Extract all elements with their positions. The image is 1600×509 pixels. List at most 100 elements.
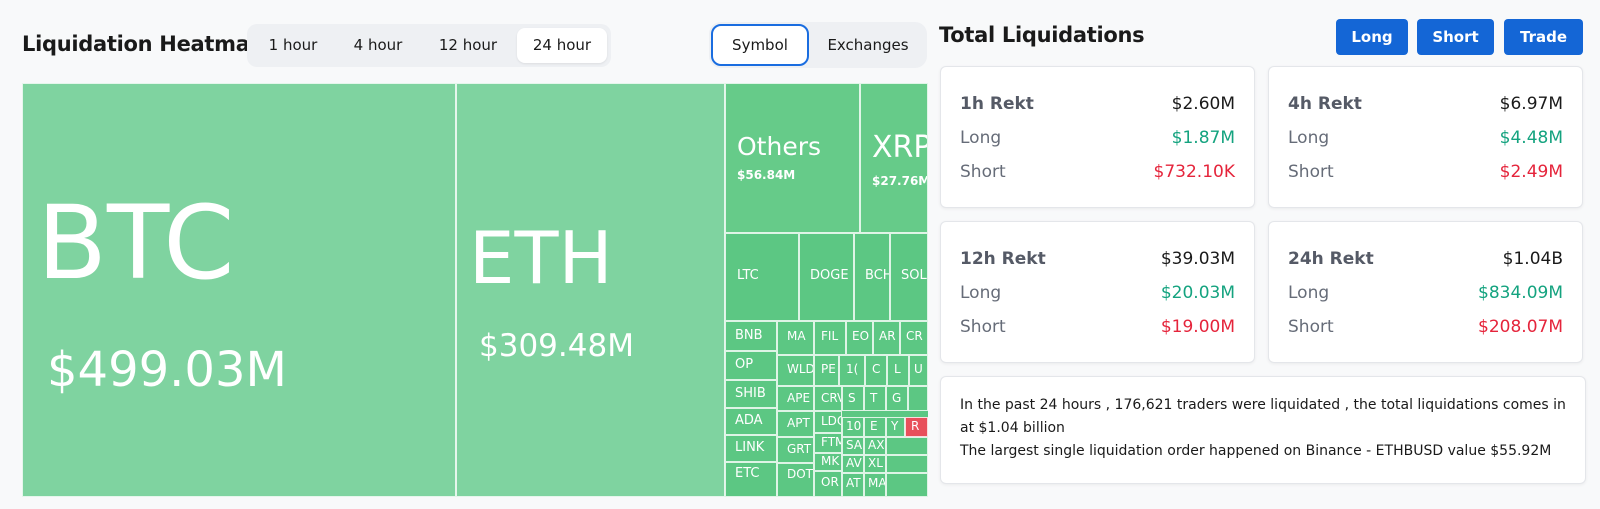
heatmap-title: Liquidation Heatmap	[22, 32, 265, 56]
tile-g[interactable]: G	[886, 386, 908, 411]
tab-4-hour[interactable]: 4 hour	[335, 28, 421, 63]
tile-l[interactable]: L	[887, 355, 909, 386]
tile-symbol: BCH	[865, 268, 890, 283]
tile-symbol: BTC	[37, 184, 235, 303]
tab-symbol[interactable]: Symbol	[711, 24, 809, 66]
tile-symbol: AV	[846, 456, 862, 470]
tile-eth[interactable]: ETH $309.48M	[456, 83, 725, 497]
tile-symbol: S	[848, 391, 856, 405]
tile-e[interactable]: E	[864, 417, 886, 437]
tile-op[interactable]: OP	[725, 351, 777, 380]
tile-u[interactable]: U	[909, 355, 928, 386]
tile-c[interactable]: C	[865, 355, 887, 386]
short-button[interactable]: Short	[1417, 19, 1494, 55]
tile-misc[interactable]	[908, 386, 928, 411]
tile-misc-2[interactable]	[886, 437, 928, 455]
summary-line-total: In the past 24 hours , 176,621 traders w…	[960, 397, 1566, 436]
tile-short-dominant[interactable]: R	[905, 417, 928, 437]
tile-y[interactable]: Y	[886, 417, 905, 437]
tile-symbol: 1(	[846, 362, 859, 376]
tile-crv[interactable]: CRV	[814, 386, 842, 411]
card-total-row: 1h Rekt $2.60M	[960, 94, 1235, 116]
tile-mk[interactable]: MK	[814, 453, 842, 471]
card-total-value: $2.60M	[1171, 94, 1235, 114]
tab-exchanges[interactable]: Exchanges	[811, 24, 925, 66]
tile-bch[interactable]: BCH	[854, 233, 890, 321]
tile-ma-2[interactable]: MA	[864, 473, 886, 497]
tile-xrp[interactable]: XRP $27.76M	[860, 83, 928, 233]
time-range-tabs: 1 hour 4 hour 12 hour 24 hour	[247, 24, 611, 67]
tile-at[interactable]: AT	[842, 473, 864, 497]
tile-shib[interactable]: SHIB	[725, 380, 777, 408]
tile-ape[interactable]: APE	[777, 386, 814, 411]
tile-sol[interactable]: SOL	[890, 233, 928, 321]
tile-ftm[interactable]: FTM	[814, 433, 842, 453]
tile-or[interactable]: OR	[814, 471, 842, 497]
tile-xl[interactable]: XL	[864, 455, 886, 473]
tile-symbol: CR	[906, 329, 923, 343]
short-value: $208.07M	[1478, 317, 1563, 337]
tile-value: $27.76M	[872, 174, 928, 188]
tile-pe[interactable]: PE	[814, 355, 839, 386]
card-total-row: 4h Rekt $6.97M	[1288, 94, 1563, 116]
tile-cr[interactable]: CR	[900, 321, 928, 355]
tile-link[interactable]: LINK	[725, 435, 777, 462]
tile-dot[interactable]: DOT	[777, 463, 814, 497]
card-label: 12h Rekt	[960, 249, 1046, 269]
tile-misc-4[interactable]	[886, 473, 928, 497]
trade-button[interactable]: Trade	[1504, 19, 1583, 55]
long-value: $20.03M	[1160, 283, 1235, 303]
tab-24-hour[interactable]: 24 hour	[517, 28, 607, 63]
card-long-row: Long $834.09M	[1288, 283, 1563, 305]
tile-symbol: AX	[868, 438, 885, 452]
tile-ax[interactable]: AX	[864, 437, 886, 455]
tile-symbol: APE	[787, 391, 811, 405]
tile-1[interactable]: 1(	[839, 355, 865, 386]
tile-t[interactable]: T	[864, 386, 886, 411]
tile-symbol: R	[911, 419, 920, 433]
liquidation-summary: In the past 24 hours , 176,621 traders w…	[940, 376, 1586, 484]
tile-bnb[interactable]: BNB	[725, 321, 777, 351]
tile-symbol: G	[892, 391, 902, 405]
tile-symbol: LTC	[737, 268, 759, 283]
tile-misc-3[interactable]	[886, 455, 928, 473]
card-total-value: $6.97M	[1499, 94, 1563, 114]
long-button[interactable]: Long	[1336, 19, 1408, 55]
card-12h-rekt: 12h Rekt $39.03M Long $20.03M Short $19.…	[940, 221, 1255, 363]
tile-ldo[interactable]: LDO	[814, 411, 842, 433]
tile-ltc[interactable]: LTC	[725, 233, 799, 321]
tile-ma[interactable]: MA	[777, 321, 814, 355]
card-total-row: 24h Rekt $1.04B	[1288, 249, 1563, 271]
tile-doge[interactable]: DOGE	[799, 233, 854, 321]
tile-ada[interactable]: ADA	[725, 408, 777, 435]
tile-symbol: LDO	[821, 414, 841, 428]
tile-btc[interactable]: BTC $499.03M	[22, 83, 456, 497]
tile-apt[interactable]: APT	[777, 411, 814, 437]
tile-av[interactable]: AV	[842, 455, 864, 473]
tab-12-hour[interactable]: 12 hour	[421, 28, 515, 63]
tile-fil[interactable]: FIL	[814, 321, 846, 355]
tile-value: $56.84M	[737, 168, 796, 182]
tile-others[interactable]: Others $56.84M	[725, 83, 860, 233]
group-by-tabs: Symbol Exchanges	[709, 22, 927, 68]
tile-ar[interactable]: AR	[873, 321, 900, 355]
tile-etc[interactable]: ETC	[725, 462, 777, 497]
tile-symbol: E	[870, 419, 878, 433]
tile-symbol: LINK	[735, 440, 765, 455]
tile-symbol: GRT	[787, 442, 812, 456]
tile-wld[interactable]: WLD	[777, 355, 814, 386]
tile-10[interactable]: 10	[842, 417, 864, 437]
tile-symbol: 10	[846, 419, 862, 433]
tile-symbol: SOL	[901, 268, 927, 283]
tile-symbol: Y	[891, 419, 899, 433]
tile-eo[interactable]: EO	[846, 321, 873, 355]
card-short-row: Short $19.00M	[960, 317, 1235, 339]
tile-s[interactable]: S	[842, 386, 864, 411]
short-label: Short	[960, 162, 1006, 182]
tile-sa[interactable]: SA	[842, 437, 864, 455]
tile-grt[interactable]: GRT	[777, 437, 814, 463]
card-total-value: $39.03M	[1160, 249, 1235, 269]
tile-symbol: L	[894, 362, 901, 376]
tab-1-hour[interactable]: 1 hour	[251, 28, 335, 63]
short-label: Short	[960, 317, 1006, 337]
